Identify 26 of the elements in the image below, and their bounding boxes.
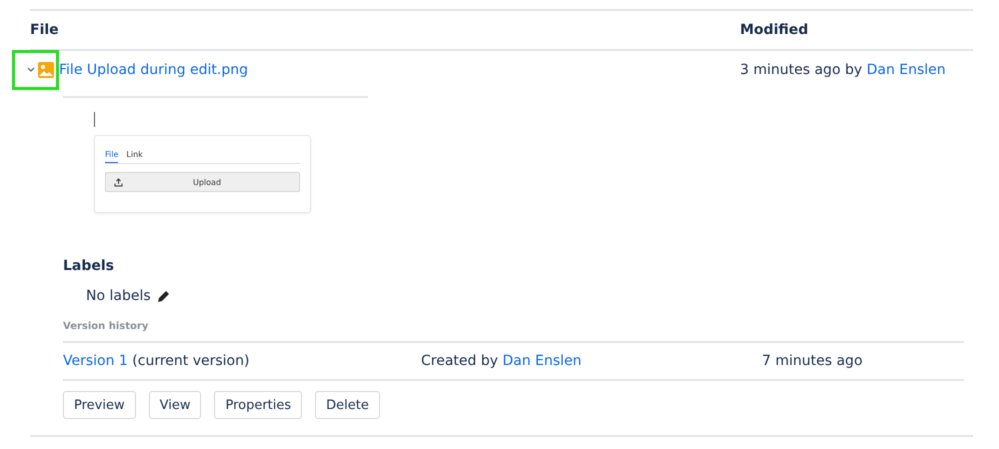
image-file-icon [38,62,54,78]
created-by-text: Created by [421,353,498,369]
no-labels-text: No labels [86,288,151,304]
chevron-down-icon [27,67,35,73]
column-header: Modified [740,22,810,38]
modified-text: 3 minutes ago by [740,62,862,78]
upload-icon [114,178,123,186]
expand-toggle[interactable] [12,50,59,90]
text-cursor [94,112,95,127]
action-button[interactable]: Properties [214,391,302,419]
pencil-edit-icon[interactable] [156,290,170,302]
dialog-tab[interactable]: Link [126,150,143,163]
version-note: (current version) [132,353,250,369]
labels-heading: Labels [63,258,116,274]
upload-button[interactable]: Upload [105,172,300,192]
action-button[interactable]: Delete [315,391,380,419]
column-header: File [30,22,60,38]
action-button[interactable]: Preview [63,391,136,419]
file-link[interactable]: File Upload during edit.png [59,62,248,78]
action-button[interactable]: View [148,391,202,419]
author-link[interactable]: Dan Enslen [866,62,946,78]
dialog-tab[interactable]: File [105,150,118,163]
version-history-heading: Version history [63,321,150,332]
version-time: 7 minutes ago [762,353,863,369]
version-link[interactable]: Version 1 [63,353,128,369]
author-link[interactable]: Dan Enslen [502,353,582,369]
